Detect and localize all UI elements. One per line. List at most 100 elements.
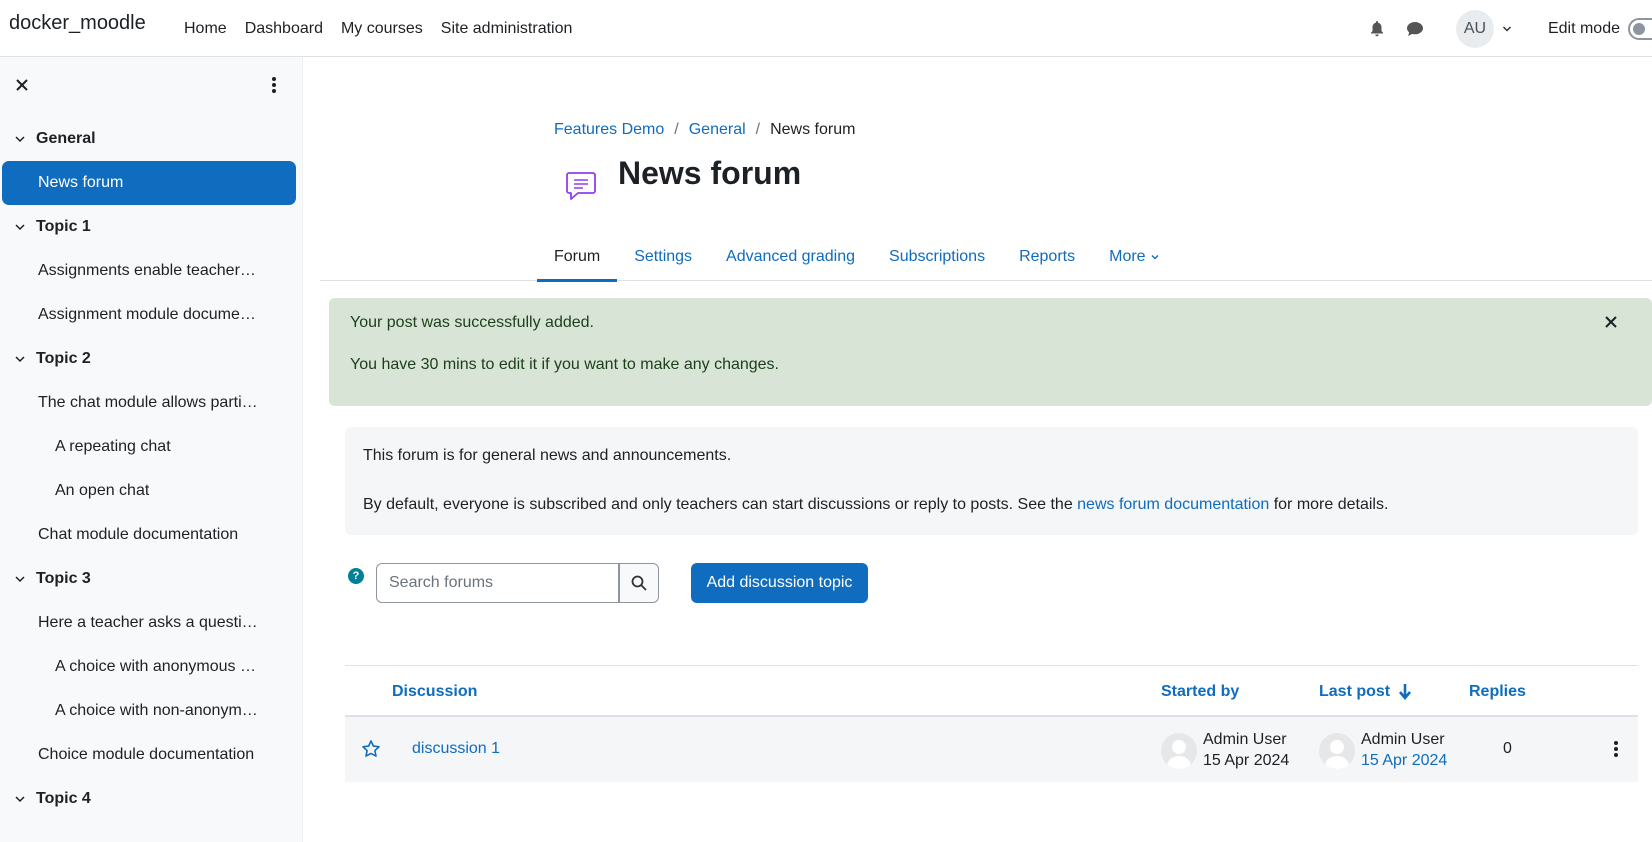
- page-title: News forum: [618, 155, 802, 191]
- add-discussion-topic-button[interactable]: Add discussion topic: [691, 563, 868, 603]
- started-by-cell: Admin User 15 Apr 2024: [1161, 729, 1289, 771]
- activity-label: A choice with anonymous results: [55, 658, 260, 675]
- section-topic-4[interactable]: Topic 4: [0, 777, 303, 821]
- help-icon[interactable]: ?: [348, 568, 364, 584]
- kebab-menu-icon[interactable]: [1612, 739, 1620, 759]
- user-menu-toggle[interactable]: AU: [1455, 9, 1512, 48]
- activity-label: An open chat: [55, 482, 150, 499]
- breadcrumb-separator: /: [674, 121, 679, 138]
- section-title: Topic 1: [36, 218, 91, 235]
- close-icon[interactable]: [14, 77, 30, 93]
- notifications-bell-icon[interactable]: [1366, 18, 1388, 40]
- kebab-menu-icon[interactable]: [269, 75, 279, 95]
- breadcrumb: Features Demo / General / News forum: [554, 121, 855, 139]
- activity-choice-non-anonymous[interactable]: A choice with non-anonymous results: [0, 689, 303, 733]
- drawer-header: [0, 57, 302, 117]
- activity-chat-intro[interactable]: The chat module allows participants to h…: [0, 381, 303, 425]
- section-title: Topic 3: [36, 570, 91, 587]
- tab-reports[interactable]: Reports: [1002, 233, 1092, 281]
- search-input[interactable]: [376, 563, 619, 603]
- header-last-post-label: Last post: [1319, 683, 1391, 700]
- course-index-tree: General News forum Topic 1 Assignments e…: [0, 117, 303, 821]
- header-started-by[interactable]: Started by: [1161, 683, 1239, 701]
- header-discussion[interactable]: Discussion: [392, 683, 477, 701]
- chevron-down-icon: [1151, 255, 1159, 260]
- activity-label: Assignment module documentation: [38, 306, 260, 323]
- section-topic-1[interactable]: Topic 1: [0, 205, 303, 249]
- tab-settings[interactable]: Settings: [617, 233, 709, 281]
- started-by-date: 15 Apr 2024: [1203, 752, 1290, 769]
- section-topic-3[interactable]: Topic 3: [0, 557, 303, 601]
- nav-site-administration[interactable]: Site administration: [441, 20, 573, 38]
- course-index-drawer: General News forum Topic 1 Assignments e…: [0, 57, 303, 842]
- section-title: Topic 2: [36, 350, 91, 367]
- last-post-name: Admin User: [1361, 731, 1445, 748]
- primary-navigation: Home Dashboard My courses Site administr…: [184, 0, 590, 57]
- success-alert: Your post was successfully added. You ha…: [329, 298, 1652, 406]
- nav-home[interactable]: Home: [184, 20, 227, 38]
- activity-choice-anonymous[interactable]: A choice with anonymous results: [0, 645, 303, 689]
- avatar: [1319, 733, 1355, 769]
- header-last-post[interactable]: Last post: [1319, 683, 1412, 701]
- news-forum-docs-link[interactable]: news forum documentation: [1077, 496, 1269, 513]
- activity-open-chat[interactable]: An open chat: [0, 469, 303, 513]
- messages-chat-icon[interactable]: [1404, 18, 1426, 40]
- search-icon: [631, 575, 647, 591]
- top-navbar: docker_moodle Home Dashboard My courses …: [0, 0, 1652, 57]
- forum-icon: [566, 172, 596, 200]
- started-by-name: Admin User: [1203, 731, 1287, 748]
- chevron-down-icon[interactable]: [14, 573, 26, 585]
- activity-label: Assignments enable teachers to grade and…: [38, 262, 260, 279]
- user-avatar: AU: [1455, 9, 1494, 48]
- section-topic-2[interactable]: Topic 2: [0, 337, 303, 381]
- chevron-down-icon[interactable]: [14, 221, 26, 233]
- section-title: General: [36, 130, 96, 147]
- last-post-date-link[interactable]: 15 Apr 2024: [1361, 750, 1447, 771]
- navbar-user-area: AU Edit mode: [1366, 0, 1652, 57]
- tab-forum[interactable]: Forum: [537, 233, 618, 282]
- sort-arrow-down-icon: [1399, 684, 1412, 701]
- header-replies[interactable]: Replies: [1469, 683, 1526, 701]
- chevron-down-icon[interactable]: [14, 353, 26, 365]
- close-icon[interactable]: [1604, 315, 1618, 329]
- secondary-navigation-tabs: Forum Settings Advanced grading Subscrip…: [320, 233, 1652, 282]
- activity-assignment-docs[interactable]: Assignment module documentation: [0, 293, 303, 337]
- alert-message: Your post was successfully added.: [350, 314, 594, 331]
- activity-label: A repeating chat: [55, 438, 171, 455]
- breadcrumb-course[interactable]: Features Demo: [554, 121, 664, 139]
- site-brand[interactable]: docker_moodle: [9, 12, 146, 35]
- activity-choice-docs[interactable]: Choice module documentation: [0, 733, 303, 777]
- chevron-down-icon[interactable]: [14, 793, 26, 805]
- star-icon[interactable]: [361, 739, 381, 759]
- activity-chat-docs[interactable]: Chat module documentation: [0, 513, 303, 557]
- activity-label: Here a teacher asks a question and speci…: [38, 614, 260, 631]
- forum-search: [376, 563, 661, 603]
- table-header: Discussion Started by Last post Replies: [345, 665, 1638, 717]
- section-general[interactable]: General: [0, 117, 303, 161]
- main-content: Features Demo / General / News forum New…: [303, 57, 1652, 842]
- nav-dashboard[interactable]: Dashboard: [245, 20, 323, 38]
- activity-teacher-question[interactable]: Here a teacher asks a question and speci…: [0, 601, 303, 645]
- edit-mode-toggle[interactable]: [1628, 17, 1652, 40]
- tab-more[interactable]: More: [1092, 233, 1176, 281]
- intro-text: This forum is for general news and annou…: [363, 447, 732, 464]
- chevron-down-icon: [1502, 25, 1511, 32]
- nav-my-courses[interactable]: My courses: [341, 20, 423, 38]
- tab-more-label: More: [1109, 248, 1146, 265]
- intro-text-2: By default, everyone is subscribed and o…: [363, 496, 1388, 514]
- activity-label: News forum: [38, 174, 124, 191]
- section-title: Topic 4: [36, 790, 91, 807]
- tab-advanced-grading[interactable]: Advanced grading: [709, 233, 872, 281]
- chevron-down-icon[interactable]: [14, 133, 26, 145]
- activity-assignments[interactable]: Assignments enable teachers to grade and…: [0, 249, 303, 293]
- activity-news-forum[interactable]: News forum: [2, 161, 296, 205]
- activity-repeating-chat[interactable]: A repeating chat: [0, 425, 303, 469]
- activity-label: A choice with non-anonymous results: [55, 702, 260, 719]
- tab-subscriptions[interactable]: Subscriptions: [872, 233, 1002, 281]
- avatar: [1161, 733, 1197, 769]
- search-button[interactable]: [619, 563, 659, 603]
- alert-detail: You have 30 mins to edit it if you want …: [350, 356, 779, 373]
- breadcrumb-section[interactable]: General: [689, 121, 746, 139]
- discussion-link[interactable]: discussion 1: [412, 740, 500, 758]
- intro-text-before: By default, everyone is subscribed and o…: [363, 496, 1078, 513]
